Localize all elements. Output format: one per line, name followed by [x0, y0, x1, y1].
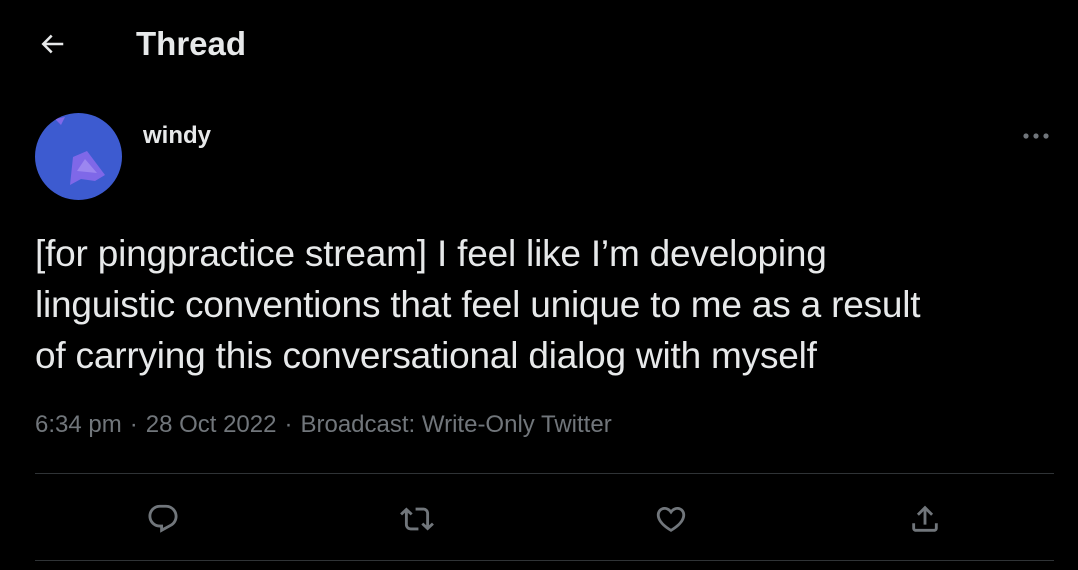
- tweet-date[interactable]: 28 Oct 2022: [146, 411, 277, 438]
- more-horizontal-icon: [1022, 132, 1050, 140]
- tweet-metadata: 6:34 pm · 28 Oct 2022 · Broadcast: Write-Onl…: [35, 409, 612, 441]
- share-button[interactable]: [903, 497, 947, 541]
- like-button[interactable]: [649, 497, 693, 541]
- meta-separator: ·: [129, 411, 138, 438]
- author-name[interactable]: windy: [143, 122, 211, 150]
- back-button[interactable]: [30, 24, 74, 64]
- more-options-button[interactable]: [1014, 118, 1058, 154]
- avatar[interactable]: [35, 113, 122, 200]
- thread-header: Thread: [0, 0, 1078, 88]
- retweet-icon: [400, 502, 434, 536]
- reply-icon: [146, 502, 180, 536]
- retweet-button[interactable]: [395, 497, 439, 541]
- tweet-source[interactable]: Broadcast: Write-Only Twitter: [300, 411, 611, 438]
- tweet-time[interactable]: 6:34 pm: [35, 411, 122, 438]
- divider: [35, 560, 1054, 561]
- heart-icon: [654, 502, 688, 536]
- meta-separator: ·: [284, 411, 293, 438]
- tweet-text: [for pingpractice stream] I feel like I’…: [35, 233, 921, 376]
- tweet-actions: [35, 474, 1054, 560]
- reply-button[interactable]: [141, 497, 185, 541]
- share-icon: [908, 502, 942, 536]
- page-title: Thread: [136, 25, 247, 62]
- arrow-left-icon: [37, 29, 67, 59]
